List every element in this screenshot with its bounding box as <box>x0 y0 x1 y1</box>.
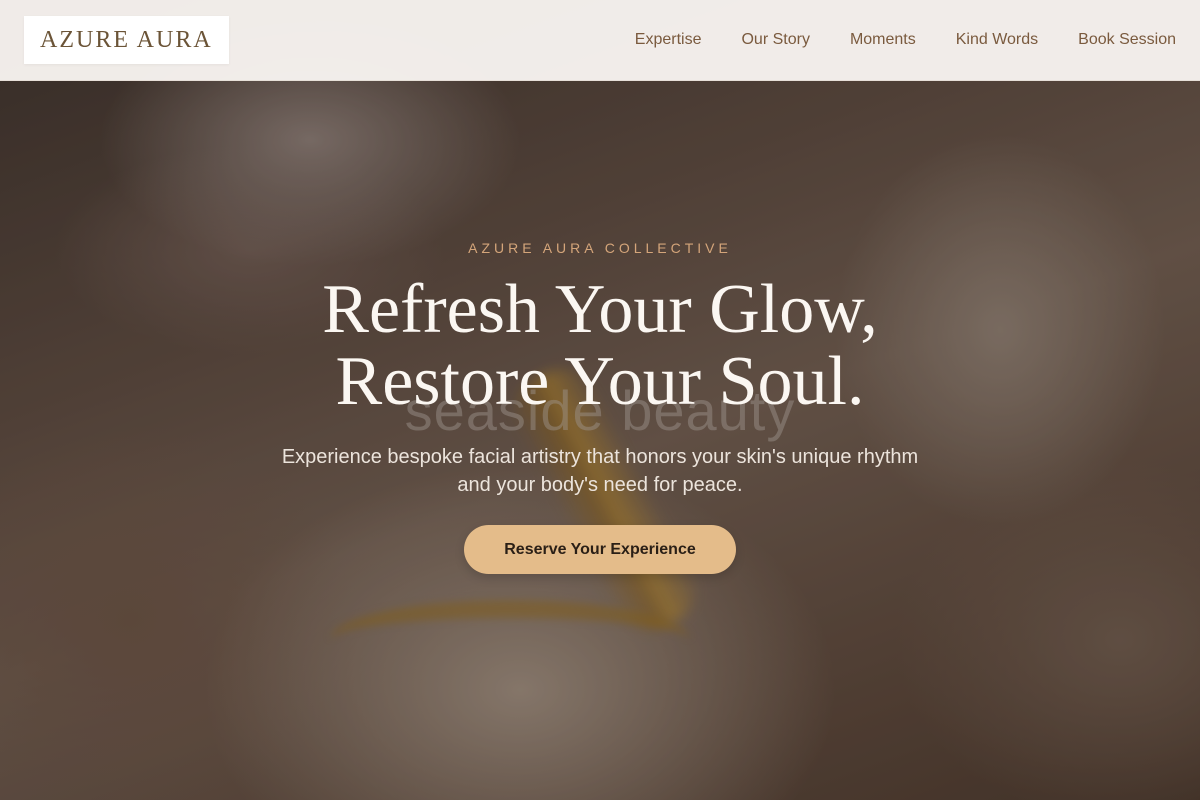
hero-subtext: Experience bespoke facial artistry that … <box>281 446 919 496</box>
hero-headline-line-1: Refresh Your Glow, <box>322 271 878 348</box>
page: seaside beauty AZURE AURA COLLECTIVE Ref… <box>0 0 1200 800</box>
logo[interactable]: AZURE AURA <box>24 16 229 64</box>
nav-item-our-story[interactable]: Our Story <box>741 31 809 49</box>
nav-item-moments[interactable]: Moments <box>850 31 916 49</box>
logo-text: AZURE AURA <box>40 26 213 53</box>
nav-item-book-session[interactable]: Book Session <box>1078 31 1176 49</box>
nav-item-kind-words[interactable]: Kind Words <box>956 31 1038 49</box>
hero-headline: Refresh Your Glow, Restore Your Soul. <box>0 274 1200 418</box>
main-nav: Expertise Our Story Moments Kind Words B… <box>635 31 1176 49</box>
site-header: AZURE AURA Expertise Our Story Moments K… <box>0 0 1200 81</box>
hero-eyebrow: AZURE AURA COLLECTIVE <box>468 240 732 256</box>
hero-headline-line-2: Restore Your Soul. <box>335 343 865 420</box>
hero-section: seaside beauty AZURE AURA COLLECTIVE Ref… <box>0 0 1200 800</box>
reserve-experience-button[interactable]: Reserve Your Experience <box>464 525 736 574</box>
nav-item-expertise[interactable]: Expertise <box>635 31 702 49</box>
